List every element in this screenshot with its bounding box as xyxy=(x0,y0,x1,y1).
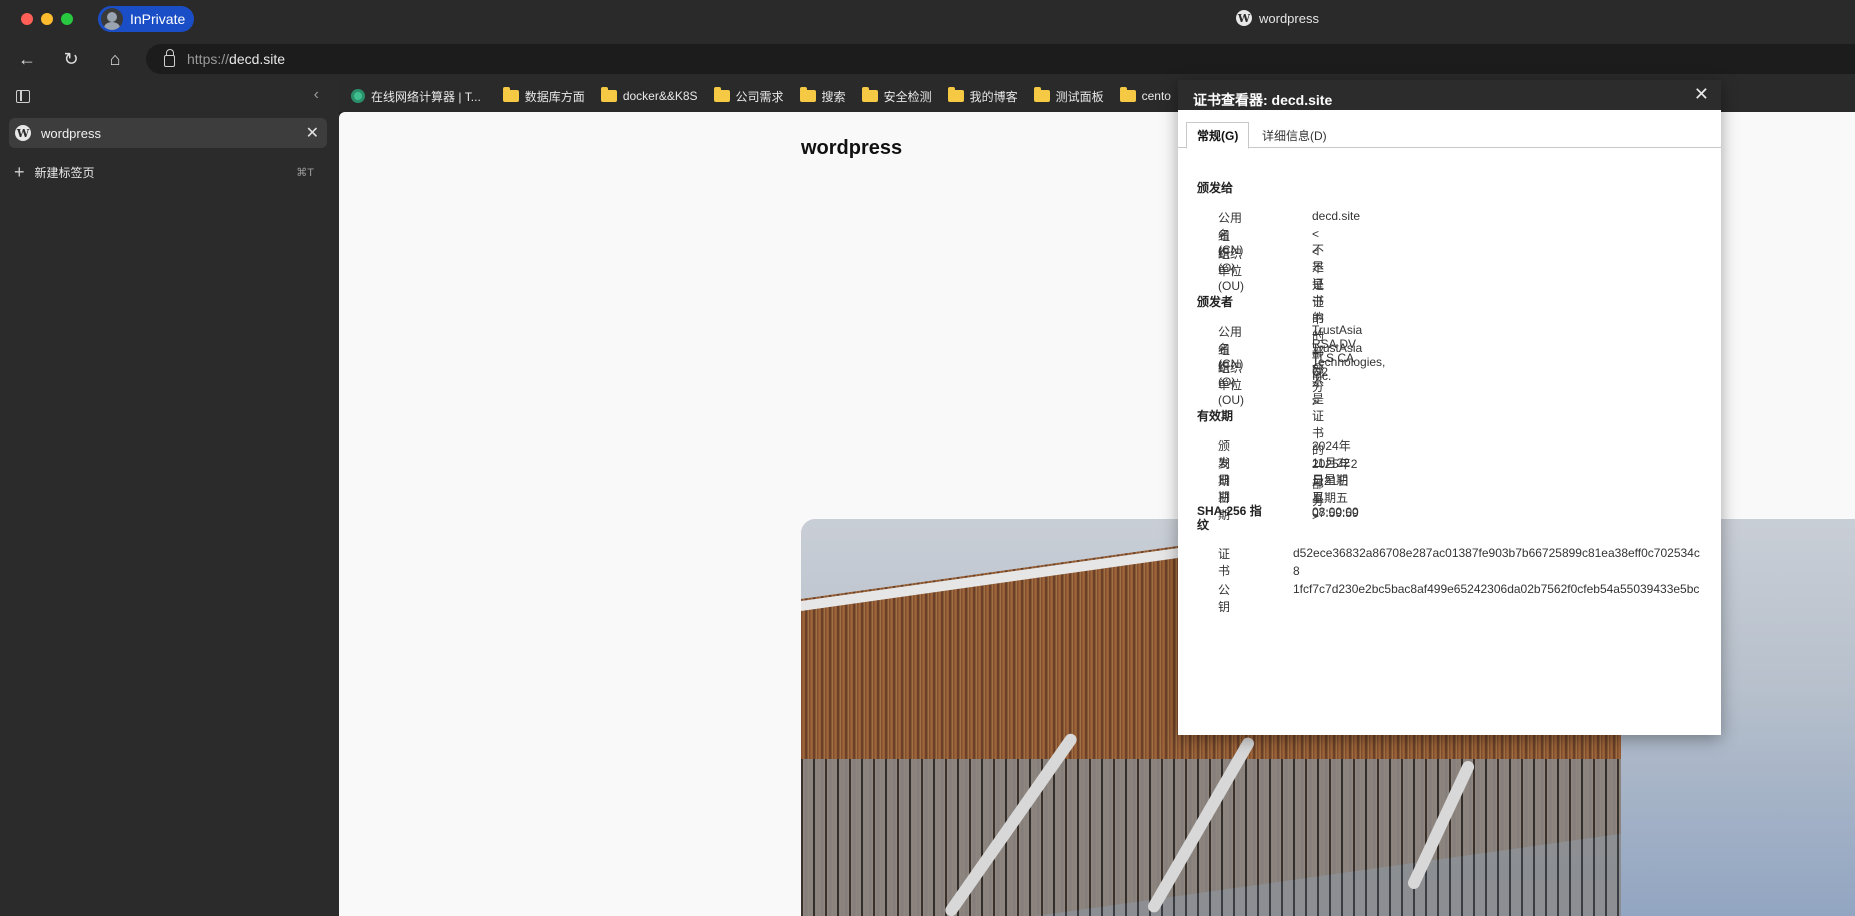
close-tab-icon[interactable]: ✕ xyxy=(306,123,319,143)
new-tab-label: 新建标签页 xyxy=(34,165,95,180)
gear-icon xyxy=(351,89,365,103)
wordpress-icon: W xyxy=(15,125,31,141)
tab-actions-icon[interactable] xyxy=(16,90,30,103)
key-fingerprint-value: 1fcf7c7d230e2bc5bac8af499e65242306da02b7… xyxy=(1293,582,1700,596)
bookmark-folder[interactable]: docker&&K8S xyxy=(600,87,698,103)
bookmark-folder[interactable]: 数据库方面 xyxy=(502,87,585,105)
title-bar: InPrivate W wordpress xyxy=(0,0,1855,38)
wordpress-icon: W xyxy=(1236,10,1252,26)
bookmark-folder[interactable]: 测试面板 xyxy=(1033,87,1104,105)
window-title: W wordpress xyxy=(1236,10,1319,26)
window-title-text: wordpress xyxy=(1259,10,1319,26)
url-host: decd.site xyxy=(229,51,286,67)
dialog-header: 证书查看器: decd.site ✕ xyxy=(1178,80,1721,110)
steel-lattice xyxy=(801,759,1621,916)
collapse-sidebar-icon[interactable]: ‹ xyxy=(314,86,319,104)
url-protocol: https:// xyxy=(187,51,230,67)
folder-icon xyxy=(861,87,878,102)
home-button[interactable]: ⌂ xyxy=(102,46,128,72)
inprivate-label: InPrivate xyxy=(130,11,186,27)
cert-fingerprint-value: d52ece36832a86708e287ac01387fe903b7b6672… xyxy=(1293,546,1700,578)
tab-general[interactable]: 常规(G) xyxy=(1186,122,1250,149)
bookmark-folder[interactable]: 公司需求 xyxy=(713,87,784,105)
folder-icon xyxy=(502,87,519,102)
fingerprint-heading: SHA-256 指 纹 xyxy=(1197,504,1262,532)
folder-icon xyxy=(600,87,617,102)
bookmark-folder[interactable]: cento xyxy=(1119,87,1171,103)
dialog-title: 证书查看器: decd.site xyxy=(1193,92,1333,108)
new-tab-shortcut: ⌘T xyxy=(296,166,314,179)
tab-details[interactable]: 详细信息(D) xyxy=(1252,122,1337,148)
browser-toolbar: ← ↻ ⌂ https:// decd.site xyxy=(0,38,1855,80)
folder-icon xyxy=(1033,87,1050,102)
bookmark-folder[interactable]: 我的博客 xyxy=(947,87,1018,105)
arrow-left-icon: ← xyxy=(18,48,36,69)
folder-icon xyxy=(799,87,816,102)
plus-icon: + xyxy=(14,161,25,182)
reload-icon: ↻ xyxy=(63,48,79,69)
vertical-tabs-sidebar: ‹ W wordpress ✕ + 新建标签页 ⌘T xyxy=(0,80,339,916)
minimize-window-button[interactable] xyxy=(41,13,53,25)
site-title[interactable]: wordpress xyxy=(801,137,902,160)
lock-icon[interactable] xyxy=(164,49,175,67)
folder-icon xyxy=(713,87,730,102)
close-window-button[interactable] xyxy=(21,13,33,25)
maximize-window-button[interactable] xyxy=(61,13,73,25)
new-tab-button[interactable]: + 新建标签页 ⌘T xyxy=(14,162,314,182)
bookmark-item[interactable]: 在线网络计算器 | T... xyxy=(351,88,481,105)
home-icon: ⌂ xyxy=(109,48,121,69)
avatar xyxy=(101,8,123,30)
close-icon[interactable]: ✕ xyxy=(1694,84,1709,105)
tab-wordpress[interactable]: W wordpress ✕ xyxy=(9,118,327,148)
reload-button[interactable]: ↻ xyxy=(58,46,84,72)
folder-icon xyxy=(947,87,964,102)
validity-heading: 有效期 xyxy=(1197,409,1234,423)
issued-by-heading: 颁发者 xyxy=(1197,295,1234,309)
inprivate-profile-button[interactable]: InPrivate xyxy=(98,6,194,32)
tab-label: wordpress xyxy=(41,125,101,141)
bookmark-folder[interactable]: 安全检测 xyxy=(861,87,932,105)
back-button[interactable]: ← xyxy=(14,46,40,72)
certificate-viewer-dialog: 证书查看器: decd.site ✕ 常规(G) 详细信息(D) 颁发给 公用名… xyxy=(1178,80,1721,735)
folder-icon xyxy=(1119,87,1136,102)
issued-to-heading: 颁发给 xyxy=(1197,181,1234,195)
address-bar[interactable]: https:// decd.site xyxy=(146,44,1855,74)
bookmark-folder[interactable]: 搜索 xyxy=(799,87,846,105)
dialog-tabs: 常规(G) 详细信息(D) xyxy=(1178,110,1721,149)
